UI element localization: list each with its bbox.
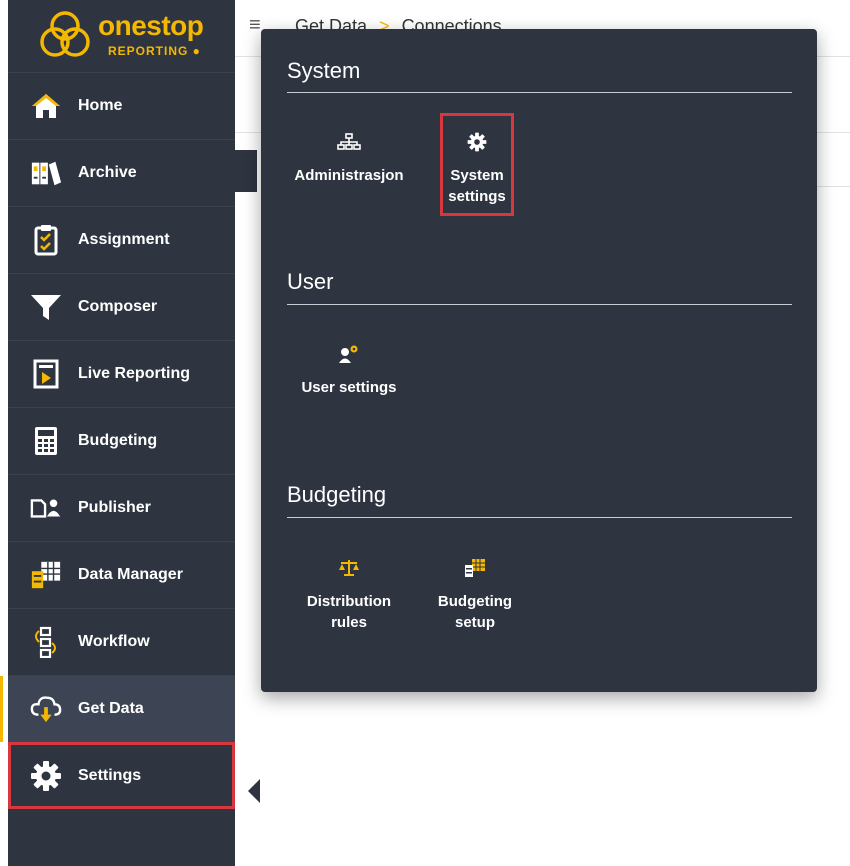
sidebar-item-assignment[interactable]: Assignment [8,206,235,273]
archive-active-tab-indicator [235,150,257,192]
sidebar-item-get-data[interactable]: Get Data [0,675,235,742]
tile-label: Budgeting setup [437,593,513,631]
sidebar-item-archive[interactable]: Archive [8,139,235,206]
user-settings-tile[interactable]: User settings [294,341,404,398]
section-title-user: User [287,269,334,294]
sidebar-item-live-reporting[interactable]: Live Reporting [8,340,235,407]
sidebar-item-publisher[interactable]: Publisher [8,474,235,541]
gear-icon [30,760,62,792]
distribution-rules-tile[interactable]: Distribution rules [294,555,404,633]
onestop-reporting-logo[interactable]: onestop REPORTING ● [8,0,235,72]
sidebar-item-label: Assignment [78,231,170,248]
sidebar-item-budgeting[interactable]: Budgeting [8,407,235,474]
section-title-budgeting: Budgeting [287,482,387,507]
sidebar-item-label: Publisher [78,499,151,516]
sidebar-item-workflow[interactable]: Workflow [8,608,235,675]
user-settings-icon [294,341,404,367]
sidebar-nav: Home Archive Assignment Composer Live Re… [0,72,235,809]
cloud-download-icon [30,693,62,725]
play-document-icon [30,358,62,390]
tile-label: Distribution rules [306,593,392,631]
sidebar-item-settings[interactable]: Settings [8,742,235,809]
settings-flyout-menu: System Administrasjon System settings Us… [261,29,817,692]
data-grid-icon [30,559,62,591]
org-chart-icon [294,129,404,155]
sidebar-item-label: Get Data [78,700,144,717]
home-icon [30,90,62,122]
sidebar-item-label: Settings [78,767,142,784]
sidebar-item-home[interactable]: Home [8,72,235,139]
system-settings-tile[interactable]: System settings [440,113,514,216]
flyout-pointer [248,779,260,803]
calculator-icon [30,425,62,457]
budgeting-setup-tile[interactable]: Budgeting setup [420,555,530,633]
clipboard-check-icon [30,224,62,256]
administrasjon-tile[interactable]: Administrasjon [294,129,404,186]
brand-dot: ● [188,44,201,58]
tile-label: System settings [448,167,506,205]
sidebar-item-label: Workflow [78,633,150,650]
scales-icon [294,555,404,581]
section-title-system: System [287,58,361,83]
sidebar: onestop REPORTING ● Home Archive Assignm… [0,0,235,866]
workflow-icon [30,626,62,658]
sidebar-item-label: Live Reporting [78,365,191,382]
budget-setup-icon [420,555,530,581]
funnel-icon [30,291,62,323]
logo-rings-icon [40,11,90,57]
sidebar-item-label: Archive [78,164,137,181]
section-divider [287,304,792,305]
brand-sub: REPORTING ● [108,44,201,58]
sidebar-item-composer[interactable]: Composer [8,273,235,340]
sidebar-item-label: Budgeting [78,432,158,449]
sidebar-item-label: Home [78,97,123,114]
publisher-icon [30,492,62,524]
sidebar-item-label: Composer [78,298,158,315]
brand-name: onestop [98,10,204,41]
section-divider [287,92,792,93]
section-divider [287,517,792,518]
sidebar-item-data-manager[interactable]: Data Manager [8,541,235,608]
sidebar-item-label: Data Manager [78,566,183,583]
gear-icon [445,129,509,155]
brand-sub-text: REPORTING [108,44,189,58]
tile-label: Administrasjon [294,167,404,184]
hamburger-menu-icon[interactable]: ≡ [249,14,261,37]
tile-label: User settings [301,379,397,396]
archive-binders-icon [30,157,62,189]
